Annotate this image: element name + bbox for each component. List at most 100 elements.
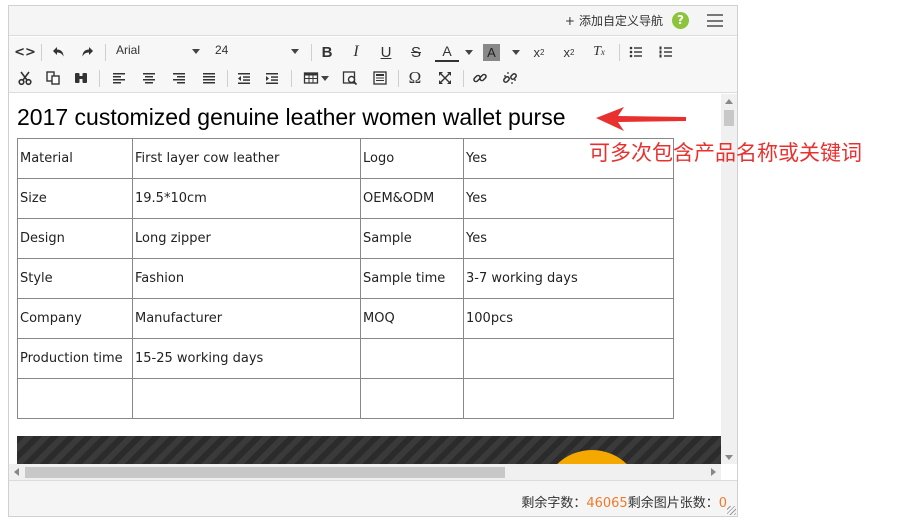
table-cell[interactable]: Manufacturer: [132, 298, 361, 339]
toolbar-divider: [99, 70, 100, 87]
font-color-icon[interactable]: A: [435, 42, 459, 62]
table-cell[interactable]: Size: [17, 178, 133, 219]
annotation-text: 可多次包含产品名称或关键词: [589, 141, 862, 165]
toolbar-divider: [227, 70, 228, 87]
find-icon[interactable]: [69, 65, 93, 91]
table-cell[interactable]: [360, 378, 464, 419]
product-banner-image: [17, 436, 721, 464]
table-row: Style Fashion Sample time 3-7 working days: [17, 258, 674, 299]
vertical-scroll-thumb[interactable]: [724, 110, 734, 126]
table-cell[interactable]: [360, 338, 464, 379]
indent-icon[interactable]: [260, 65, 284, 91]
outdent-icon[interactable]: [232, 65, 256, 91]
chevron-down-icon[interactable]: [512, 50, 520, 55]
table-cell[interactable]: [17, 378, 133, 419]
scroll-left-icon[interactable]: [14, 468, 19, 476]
table-cell[interactable]: OEM&ODM: [360, 178, 464, 219]
subscript-exp: 2: [570, 47, 575, 57]
table-cell[interactable]: 19.5*10cm: [132, 178, 361, 219]
background-color-icon[interactable]: A: [483, 44, 500, 61]
add-custom-nav-label: 添加自定义导航: [578, 14, 663, 28]
table-cell[interactable]: Yes: [463, 178, 674, 219]
toolbar-divider: [398, 70, 399, 87]
scroll-down-icon[interactable]: [725, 455, 733, 460]
bold-icon[interactable]: B: [315, 39, 339, 65]
add-custom-nav-link[interactable]: + 添加自定义导航: [565, 12, 663, 29]
align-center-icon[interactable]: [137, 65, 161, 91]
scroll-right-icon[interactable]: [711, 468, 716, 476]
chevron-down-icon: [291, 49, 299, 54]
table-cell[interactable]: Sample: [360, 218, 464, 259]
table-cell[interactable]: Style: [17, 258, 133, 299]
remaining-counts: 剩余字数：46065剩余图片张数：0: [521, 492, 727, 511]
justify-icon[interactable]: [197, 65, 221, 91]
table-cell[interactable]: Long zipper: [132, 218, 361, 259]
align-left-icon[interactable]: [107, 65, 131, 91]
subscript-icon[interactable]: x2: [557, 39, 581, 65]
horizontal-scrollbar[interactable]: [9, 464, 721, 480]
chevron-down-icon[interactable]: [321, 76, 329, 81]
editor-topbar: + 添加自定义导航 ?: [9, 6, 737, 36]
redo-icon[interactable]: [75, 39, 99, 65]
table-row: Design Long zipper Sample Yes: [17, 218, 674, 259]
table-cell[interactable]: [463, 338, 674, 379]
underline-icon[interactable]: U: [374, 39, 398, 65]
italic-icon[interactable]: I: [344, 39, 368, 65]
copy-icon[interactable]: [41, 65, 65, 91]
table-cell[interactable]: First layer cow leather: [132, 138, 361, 179]
table-cell[interactable]: Fashion: [132, 258, 361, 299]
table-cell[interactable]: [463, 378, 674, 419]
source-icon[interactable]: <>: [13, 39, 37, 65]
font-family-value: Arial: [116, 43, 141, 57]
preview-icon[interactable]: [338, 65, 362, 91]
hamburger-icon[interactable]: [707, 14, 723, 27]
clear-format-icon[interactable]: Tx: [587, 39, 611, 65]
table-row: [17, 378, 674, 419]
special-char-icon[interactable]: Ω: [403, 65, 427, 91]
toolbar-row-2: Ω: [9, 65, 737, 91]
chevron-down-icon: [192, 49, 200, 54]
table-cell[interactable]: 100pcs: [463, 298, 674, 339]
strikethrough-icon[interactable]: S: [404, 39, 428, 65]
table-cell[interactable]: Company: [17, 298, 133, 339]
toolbar-row-1: <> Arial 24 B I U S A A x 2 x 2 T x: [9, 39, 737, 65]
chevron-down-icon[interactable]: [465, 50, 473, 55]
bullet-list-icon[interactable]: [624, 39, 648, 65]
font-size-select[interactable]: 24: [215, 43, 299, 61]
spec-table[interactable]: Material First layer cow leather Logo Yes Si…: [17, 138, 674, 419]
product-title[interactable]: 2017 customized genuine leather women wa…: [17, 104, 566, 131]
table-cell[interactable]: [132, 378, 361, 419]
plus-icon: +: [564, 14, 575, 28]
superscript-icon[interactable]: x2: [527, 39, 551, 65]
toolbar-divider: [105, 44, 106, 61]
link-icon[interactable]: [468, 65, 492, 91]
table-cell[interactable]: 15-25 working days: [132, 338, 361, 379]
table-row: Material First layer cow leather Logo Yes: [17, 138, 674, 179]
undo-icon[interactable]: [47, 39, 71, 65]
question-icon[interactable]: ?: [672, 12, 689, 29]
toolbar-divider: [619, 44, 620, 61]
align-right-icon[interactable]: [167, 65, 191, 91]
table-cell[interactable]: MOQ: [360, 298, 464, 339]
table-cell[interactable]: Material: [17, 138, 133, 179]
table-icon[interactable]: [299, 65, 323, 91]
remaining-images-value: 0: [718, 496, 727, 511]
superscript-exp: 2: [540, 47, 545, 57]
template-icon[interactable]: [368, 65, 392, 91]
table-cell[interactable]: Logo: [360, 138, 464, 179]
table-cell[interactable]: 3-7 working days: [463, 258, 674, 299]
resize-grip-icon[interactable]: [727, 506, 736, 515]
fullscreen-icon[interactable]: [433, 65, 457, 91]
toolbar-divider: [463, 70, 464, 87]
table-cell[interactable]: Yes: [463, 218, 674, 259]
cut-icon[interactable]: [13, 65, 37, 91]
numbered-list-icon[interactable]: [654, 39, 678, 65]
table-cell[interactable]: Production time: [17, 338, 133, 379]
unlink-icon[interactable]: [498, 65, 522, 91]
horizontal-scroll-thumb[interactable]: [25, 467, 505, 478]
remaining-images-label: 剩余图片张数：: [627, 496, 719, 511]
scroll-up-icon[interactable]: [725, 99, 733, 104]
table-cell[interactable]: Sample time: [360, 258, 464, 299]
font-family-select[interactable]: Arial: [116, 43, 200, 61]
table-cell[interactable]: Design: [17, 218, 133, 259]
